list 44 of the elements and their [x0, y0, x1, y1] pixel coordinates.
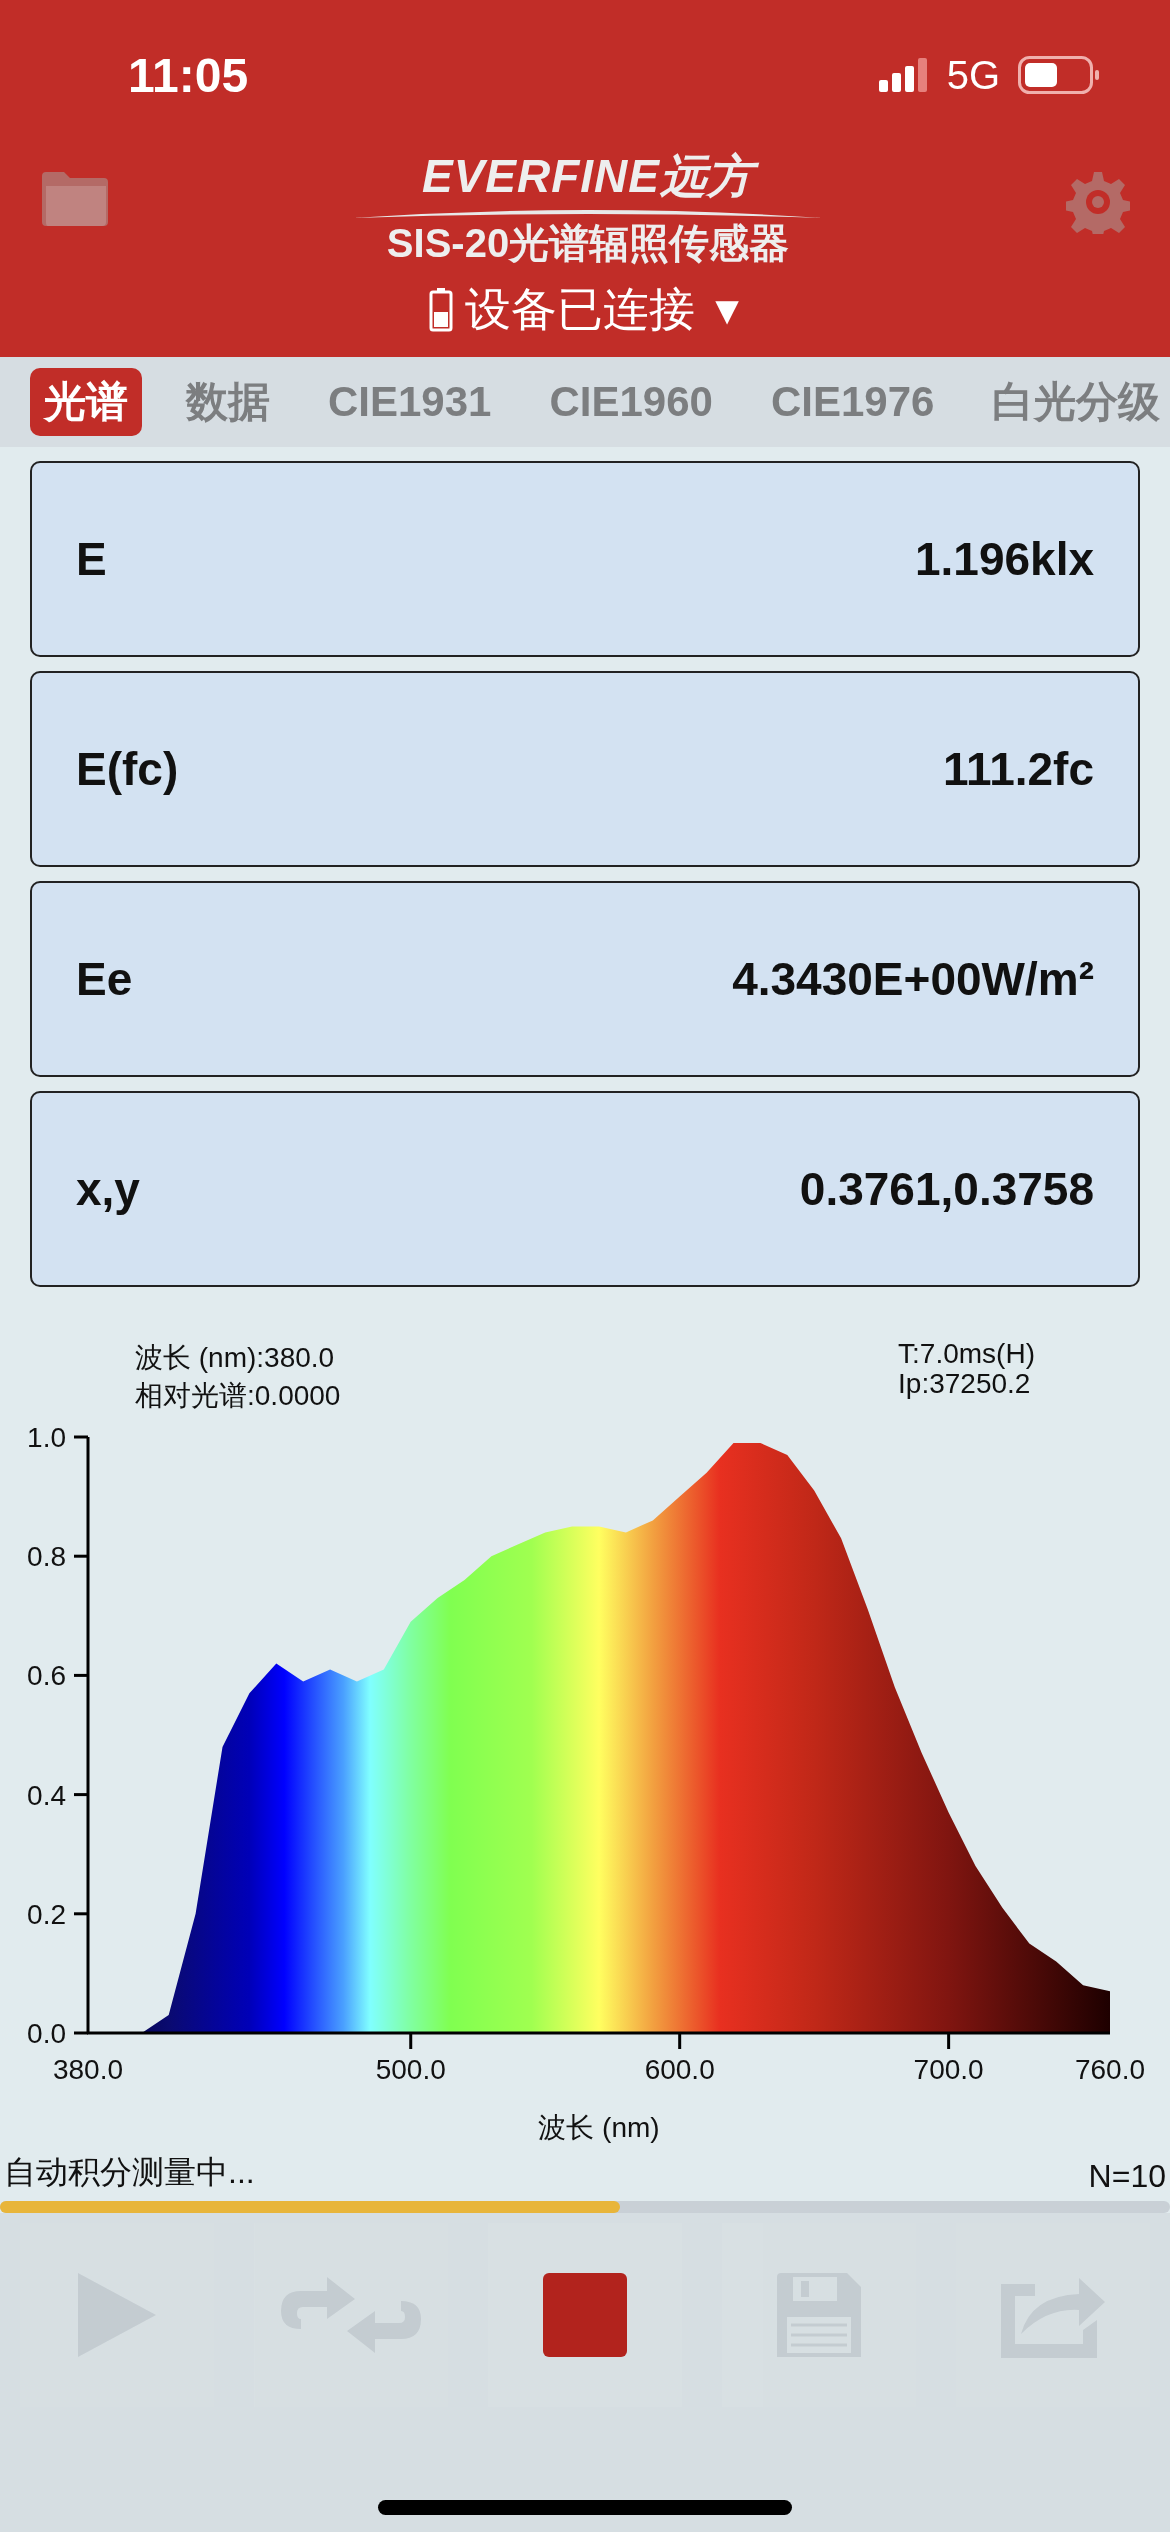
cursor-wavelength: 波长 (nm):380.0: [135, 1341, 336, 1375]
tab[interactable]: CIE1931: [314, 372, 506, 432]
y-tick-label: 0.6: [27, 1660, 66, 1692]
stop-icon: [543, 2273, 627, 2357]
reading-label: Ee: [76, 952, 133, 1006]
sample-count: N=10: [1088, 2158, 1166, 2195]
measurement-status: 自动积分测量中...: [4, 2153, 255, 2192]
device-title: SIS-20光谱辐照传感器: [386, 220, 790, 267]
peak-count: Ip:37250.2: [898, 1369, 1031, 1399]
settings-icon[interactable]: [1066, 170, 1130, 234]
reading-value: 111.2fc: [943, 742, 1094, 796]
reading-value: 0.3761,0.3758: [799, 1162, 1094, 1216]
y-tick-label: 1.0: [27, 1422, 66, 1453]
y-tick-label: 0.0: [27, 2018, 66, 2049]
brand-logo: EVERFINE远方: [411, 146, 764, 206]
x-tick-label: 500.0: [375, 2054, 446, 2085]
dropdown-arrow[interactable]: ▼: [707, 287, 747, 333]
tab[interactable]: CIE1976: [756, 372, 949, 432]
reading-value: 4.3430E+00W/m²: [732, 952, 1094, 1006]
x-tick-label: 380.0: [52, 2054, 124, 2085]
network-label: 5G: [946, 52, 1000, 98]
x-tick-label: 600.0: [644, 2054, 715, 2085]
reading-label: E: [76, 532, 107, 586]
tab[interactable]: 数据: [172, 368, 284, 436]
y-tick-label: 0.4: [27, 1779, 66, 1811]
status-time: 11:05: [128, 47, 250, 103]
reading-label: x,y: [76, 1162, 140, 1216]
tab[interactable]: 光谱: [30, 368, 142, 436]
reading-label: E(fc): [76, 742, 179, 796]
connection-status[interactable]: 设备已连接: [465, 279, 696, 341]
y-tick-label: 0.8: [27, 1541, 66, 1573]
x-axis-title: 波长 (nm): [538, 2112, 660, 2143]
cursor-value: 相对光谱:0.0000: [135, 1379, 341, 1413]
integration-time: T:7.0ms(H): [898, 1339, 1035, 1369]
x-tick-label: 700.0: [913, 2054, 984, 2085]
battery-icon: [429, 288, 454, 332]
tab[interactable]: CIE1960: [535, 372, 727, 432]
reading-value: 1.196klx: [914, 532, 1094, 586]
folder-icon[interactable]: [40, 170, 110, 228]
tab[interactable]: 白光分级: [978, 368, 1170, 436]
signal-icon: [878, 58, 929, 92]
y-tick-label: 0.2: [27, 1898, 66, 1930]
battery-icon: [1018, 56, 1100, 94]
x-tick-label: 760.0: [1074, 2054, 1146, 2085]
